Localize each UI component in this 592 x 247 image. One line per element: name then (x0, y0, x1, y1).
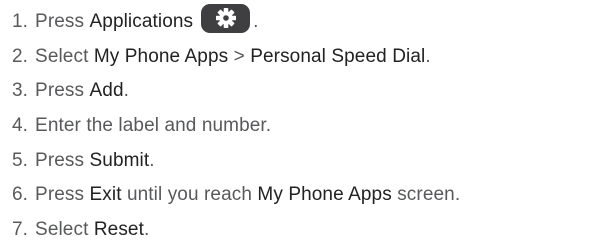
step-text-end: screen. (391, 184, 461, 206)
step-number: 3. (12, 80, 29, 102)
step-text-middle: until you reach (121, 184, 258, 206)
step-number: 5. (12, 149, 29, 171)
step-text: Press (35, 184, 90, 206)
exit-term: Exit (89, 184, 122, 206)
personal-speed-dial-term: Personal Speed Dial (250, 45, 426, 67)
step-7: 7. Select Reset . (12, 213, 460, 247)
step-text: Press (35, 149, 90, 171)
step-number: 4. (12, 115, 29, 137)
step-3: 3. Press Add . (12, 74, 460, 109)
step-5: 5. Press Submit . (12, 143, 460, 178)
step-text: Select (35, 45, 94, 67)
gear-icon (215, 8, 236, 29)
step-text-end: . (143, 218, 150, 240)
step-1: 1. Press Applications . (12, 3, 460, 40)
my-phone-apps-term: My Phone Apps (93, 45, 229, 67)
step-separator: > (228, 45, 251, 67)
step-text: Press (35, 80, 90, 102)
step-number: 6. (12, 184, 29, 206)
step-text: Enter the label and number. (35, 115, 272, 137)
submit-term: Submit (89, 149, 150, 171)
step-text-end: . (425, 45, 431, 67)
step-text-end: . (253, 11, 259, 33)
step-text-end: . (149, 149, 155, 171)
applications-button (201, 3, 251, 33)
step-text-end: . (123, 80, 129, 102)
step-6: 6. Press Exit until you reach My Phone A… (12, 178, 460, 213)
reset-term: Reset (93, 218, 144, 240)
step-number: 7. (12, 218, 29, 240)
my-phone-apps-term: My Phone Apps (257, 184, 392, 206)
add-term: Add (89, 80, 124, 102)
step-text: Select (35, 218, 94, 240)
applications-term: Applications (89, 11, 194, 33)
step-number: 2. (12, 45, 29, 67)
step-text: Press (35, 11, 90, 33)
instruction-steps: 1. Press Applications . 2. Select My Pho… (12, 3, 460, 247)
step-number: 1. (12, 11, 29, 33)
step-2: 2. Select My Phone Apps > Personal Speed… (12, 40, 460, 75)
step-4: 4. Enter the label and number. (12, 109, 460, 144)
